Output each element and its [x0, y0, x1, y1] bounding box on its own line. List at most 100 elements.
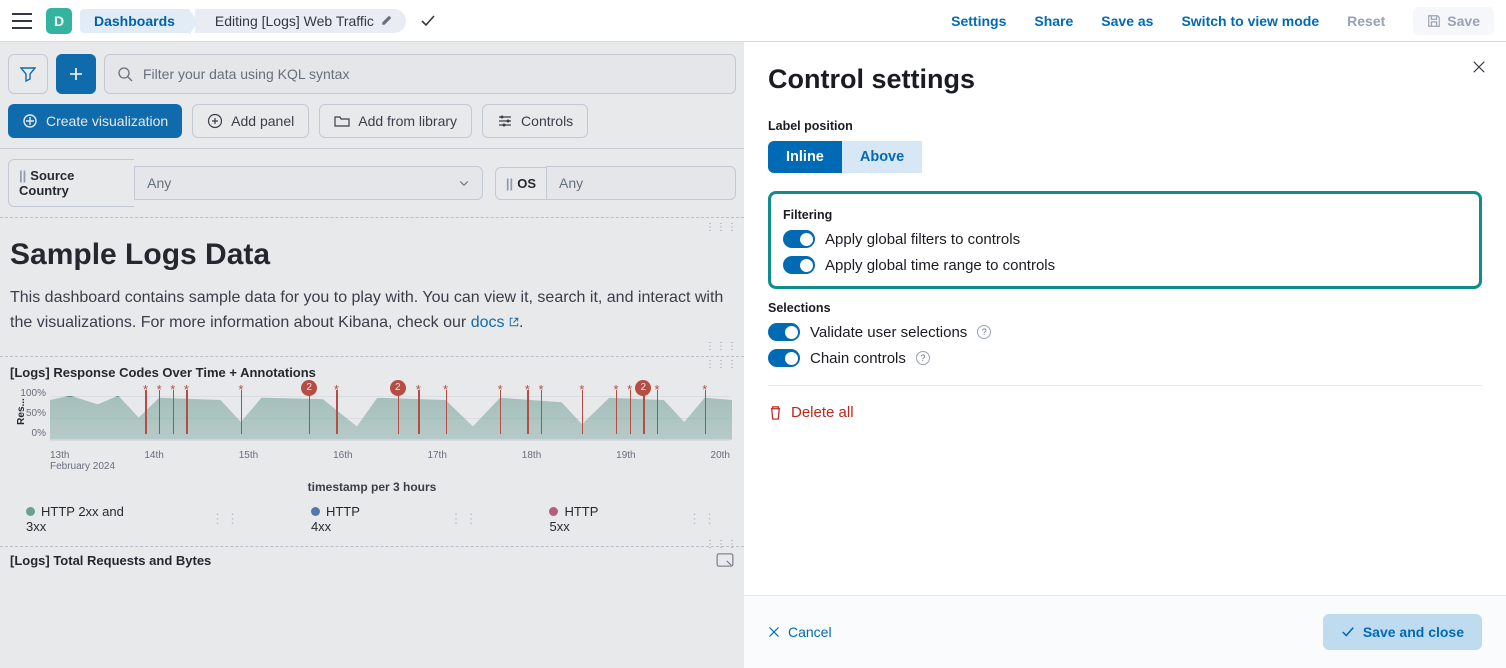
controls-row: ||Source Country Any ||OS Any — [0, 149, 744, 218]
y-axis-ticks: 100% 50% 0% — [18, 388, 46, 448]
save-label: Save — [1447, 13, 1480, 29]
reset-link[interactable]: Reset — [1347, 13, 1385, 29]
intro-text-2: . — [519, 314, 523, 331]
chart-legend: HTTP 2xx and 3xx ⋮⋮ HTTP 4xx ⋮⋮ HTTP 5xx… — [10, 494, 734, 538]
cancel-button[interactable]: Cancel — [768, 624, 832, 640]
validate-selections-toggle[interactable] — [768, 323, 800, 341]
apply-global-filters-label: Apply global filters to controls — [825, 231, 1020, 248]
cancel-label: Cancel — [788, 624, 832, 640]
panel-drag-icon[interactable]: ⋮⋮⋮ — [705, 222, 738, 233]
legend-item-2xx[interactable]: HTTP 2xx and 3xx — [26, 504, 141, 534]
legend-divider-icon: ⋮⋮ — [449, 511, 479, 527]
label-position-heading: Label position — [768, 119, 1482, 133]
flyout-body: Label position Inline Above Filtering Ap… — [744, 119, 1506, 595]
breadcrumb-editing[interactable]: Editing [Logs] Web Traffic — [195, 9, 406, 33]
add-from-library-button[interactable]: Add from library — [319, 104, 472, 138]
panel-drag-icon[interactable]: ⋮⋮⋮ — [705, 341, 738, 352]
apply-global-time-toggle[interactable] — [783, 256, 815, 274]
save-icon — [1427, 14, 1441, 28]
breadcrumb-editing-label: Editing [Logs] Web Traffic — [215, 13, 374, 29]
close-icon — [768, 626, 780, 638]
app-badge[interactable]: D — [46, 8, 72, 34]
validate-selections-label: Validate user selections — [810, 324, 967, 341]
filter-icon-button[interactable] — [8, 54, 48, 94]
add-panel-button[interactable]: Add panel — [192, 104, 309, 138]
pencil-icon — [380, 15, 392, 27]
apply-global-time-row: Apply global time range to controls — [783, 256, 1467, 274]
legend-item-4xx[interactable]: HTTP 4xx — [311, 504, 380, 534]
plus-circle-icon — [207, 113, 223, 129]
x-axis-title: timestamp per 3 hours — [10, 480, 734, 494]
chart-panel-2-title: [Logs] Total Requests and Bytes — [0, 547, 744, 568]
lens-icon — [22, 113, 38, 129]
flyout-footer: Cancel Save and close — [744, 595, 1506, 668]
delete-all-button[interactable]: Delete all — [768, 404, 1482, 421]
create-visualization-button[interactable]: Create visualization — [8, 104, 182, 138]
search-placeholder: Filter your data using KQL syntax — [143, 66, 349, 82]
add-panel-label: Add panel — [231, 113, 294, 129]
chart-plot-area[interactable]: *****2*2********2** — [50, 388, 732, 448]
save-and-close-button[interactable]: Save and close — [1323, 614, 1482, 650]
panel-actions-icon[interactable] — [716, 553, 734, 567]
save-close-label: Save and close — [1363, 624, 1464, 640]
panel-drag-icon[interactable]: ⋮⋮⋮ — [705, 359, 738, 370]
flyout-title: Control settings — [768, 64, 1482, 95]
add-library-label: Add from library — [358, 113, 457, 129]
search-icon — [117, 66, 133, 82]
source-country-label: Source Country — [19, 168, 74, 198]
apply-global-filters-row: Apply global filters to controls — [783, 230, 1467, 248]
label-position-inline[interactable]: Inline — [768, 141, 842, 173]
source-country-select[interactable]: Any — [134, 166, 483, 200]
sliders-icon — [497, 113, 513, 129]
panel-button-row: Create visualization Add panel Add from … — [0, 94, 744, 149]
saveas-link[interactable]: Save as — [1101, 13, 1153, 29]
legend-divider-icon: ⋮⋮ — [688, 511, 718, 527]
folder-icon — [334, 113, 350, 129]
intro-panel: ⋮⋮⋮ Sample Logs Data This dashboard cont… — [0, 218, 744, 357]
query-bar-row: Filter your data using KQL syntax — [0, 42, 744, 94]
help-icon[interactable]: ? — [916, 351, 930, 365]
trash-icon — [768, 405, 783, 420]
intro-text: This dashboard contains sample data for … — [10, 286, 734, 336]
check-icon[interactable] — [420, 13, 436, 29]
header-actions: Settings Share Save as Switch to view mo… — [951, 7, 1494, 35]
control-settings-flyout: Control settings Label position Inline A… — [744, 42, 1506, 668]
legend-item-5xx[interactable]: HTTP 5xx — [549, 504, 618, 534]
apply-global-filters-toggle[interactable] — [783, 230, 815, 248]
drag-handle-icon[interactable]: || — [506, 176, 513, 191]
label-position-group: Inline Above — [768, 141, 1482, 173]
flyout-header: Control settings — [744, 42, 1506, 119]
switch-view-link[interactable]: Switch to view mode — [1181, 13, 1319, 29]
chain-controls-row: Chain controls ? — [768, 349, 1482, 367]
dashboard-area: Filter your data using KQL syntax Create… — [0, 42, 744, 668]
external-link-icon — [509, 317, 519, 327]
os-label: OS — [517, 176, 536, 191]
os-select[interactable]: Any — [546, 166, 736, 200]
validate-selections-row: Validate user selections ? — [768, 323, 1482, 341]
chain-controls-toggle[interactable] — [768, 349, 800, 367]
docs-link[interactable]: docs — [471, 314, 519, 331]
share-link[interactable]: Share — [1034, 13, 1073, 29]
kql-search-input[interactable]: Filter your data using KQL syntax — [104, 54, 736, 94]
selections-heading: Selections — [768, 301, 1482, 315]
settings-link[interactable]: Settings — [951, 13, 1006, 29]
chain-controls-label: Chain controls — [810, 350, 906, 367]
menu-icon[interactable] — [12, 11, 32, 31]
help-icon[interactable]: ? — [977, 325, 991, 339]
delete-all-label: Delete all — [791, 404, 854, 421]
label-position-above[interactable]: Above — [842, 141, 922, 173]
os-value: Any — [559, 175, 583, 191]
intro-text-1: This dashboard contains sample data for … — [10, 289, 723, 331]
breadcrumb-dashboards[interactable]: Dashboards — [80, 9, 189, 33]
filtering-heading: Filtering — [783, 208, 1467, 222]
check-icon — [1341, 625, 1355, 639]
create-viz-label: Create visualization — [46, 113, 168, 129]
chevron-down-icon — [458, 177, 470, 189]
close-icon[interactable] — [1472, 60, 1486, 74]
add-filter-button[interactable] — [56, 54, 96, 94]
controls-button[interactable]: Controls — [482, 104, 588, 138]
save-button[interactable]: Save — [1413, 7, 1494, 35]
source-country-value: Any — [147, 175, 171, 191]
drag-handle-icon[interactable]: || — [19, 168, 26, 183]
panel-drag-icon[interactable]: ⋮⋮⋮ — [705, 539, 738, 550]
